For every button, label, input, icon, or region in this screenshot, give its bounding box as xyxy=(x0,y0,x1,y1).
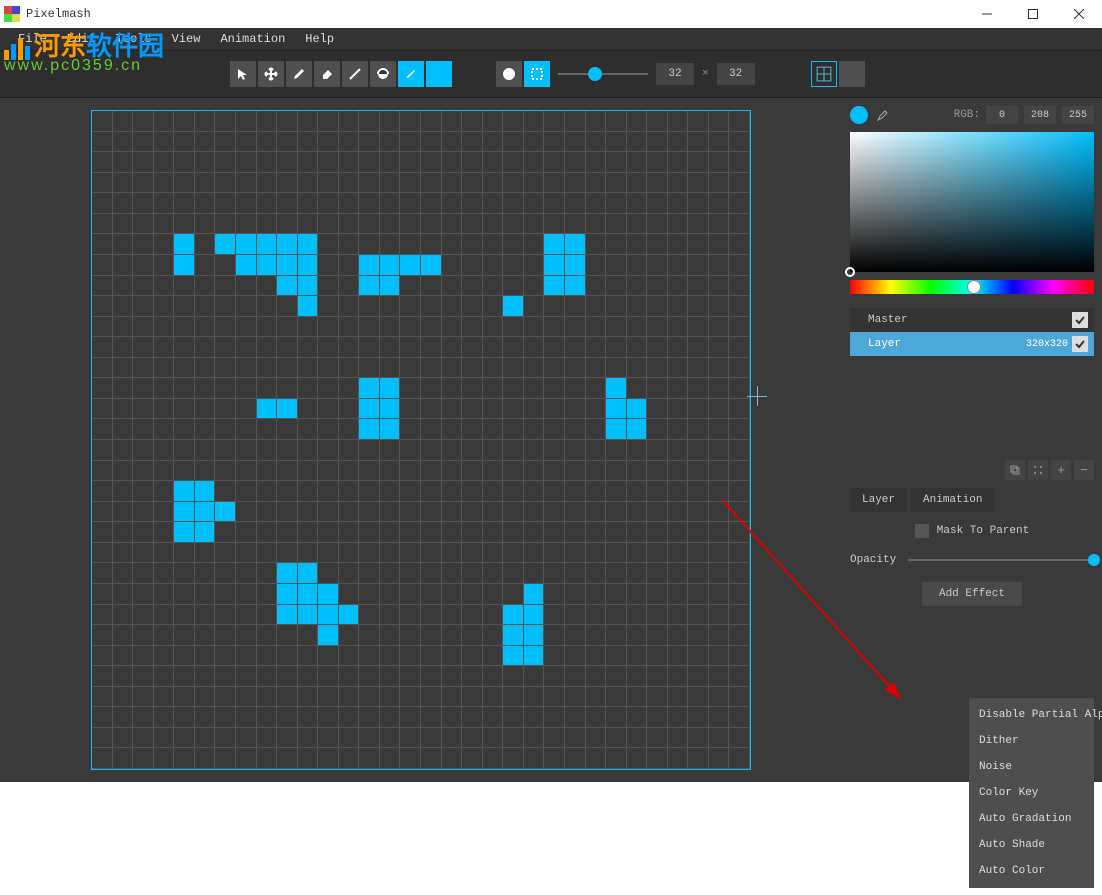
panel-copy-button[interactable] xyxy=(1005,460,1025,480)
effect-color-key[interactable]: Color Key xyxy=(969,780,1094,806)
maximize-button[interactable] xyxy=(1010,0,1056,28)
panel-remove-button[interactable]: − xyxy=(1074,460,1094,480)
grid-toggle[interactable] xyxy=(811,61,837,87)
app-title: Pixelmash xyxy=(26,7,91,21)
canvas-area xyxy=(0,98,842,782)
grid-settings[interactable] xyxy=(839,61,865,87)
effects-dropdown: Disable Partial Alpha Dither Noise Color… xyxy=(969,698,1094,888)
side-panel: RGB: 0 208 255 Master Layer 320x320 xyxy=(842,98,1102,782)
canvas-width-input[interactable]: 32 xyxy=(656,63,694,85)
rgb-g-input[interactable]: 208 xyxy=(1024,106,1056,124)
color-fill[interactable] xyxy=(426,61,452,87)
panel-add-button[interactable]: + xyxy=(1051,460,1071,480)
line-tool[interactable] xyxy=(342,61,368,87)
current-color-swatch[interactable] xyxy=(850,106,868,124)
panel-grid-button[interactable] xyxy=(1028,460,1048,480)
select-tool[interactable] xyxy=(230,61,256,87)
menu-view[interactable]: View xyxy=(162,28,211,50)
bucket-tool[interactable] xyxy=(370,61,396,87)
cursor-crosshair xyxy=(747,386,767,406)
rgb-r-input[interactable]: 0 xyxy=(986,106,1018,124)
app-icon xyxy=(4,6,20,22)
mask-to-parent-checkbox[interactable] xyxy=(915,524,929,538)
hue-slider[interactable] xyxy=(850,280,1094,294)
tab-animation[interactable]: Animation xyxy=(911,488,994,512)
effect-auto-color[interactable]: Auto Color xyxy=(969,858,1094,884)
brush-size-slider[interactable] xyxy=(558,73,648,75)
effect-disable-alpha[interactable]: Disable Partial Alpha xyxy=(969,702,1094,728)
menu-animation[interactable]: Animation xyxy=(210,28,295,50)
add-effect-button[interactable]: Add Effect xyxy=(922,582,1022,606)
menu-tools[interactable]: Tools xyxy=(106,28,162,50)
minimize-button[interactable] xyxy=(964,0,1010,28)
effect-auto-gradation[interactable]: Auto Gradation xyxy=(969,806,1094,832)
shape-square[interactable] xyxy=(524,61,550,87)
layer-list: Master Layer 320x320 xyxy=(850,308,1094,356)
effect-auto-shade[interactable]: Auto Shade xyxy=(969,832,1094,858)
effect-noise[interactable]: Noise xyxy=(969,754,1094,780)
tab-layer[interactable]: Layer xyxy=(850,488,907,512)
toolbar: 32 × 32 xyxy=(0,50,1102,98)
rgb-label: RGB: xyxy=(954,109,980,121)
layer-visible-selected[interactable] xyxy=(1072,336,1088,352)
color-picker[interactable] xyxy=(850,132,1094,272)
brush-tool[interactable] xyxy=(398,61,424,87)
layer-visible-master[interactable] xyxy=(1072,312,1088,328)
pencil-tool[interactable] xyxy=(286,61,312,87)
close-button[interactable] xyxy=(1056,0,1102,28)
eyedropper-icon[interactable] xyxy=(874,106,892,124)
menubar: File Edit Tools View Animation Help xyxy=(0,28,1102,50)
canvas[interactable] xyxy=(91,110,751,770)
effect-dither[interactable]: Dither xyxy=(969,728,1094,754)
canvas-height-input[interactable]: 32 xyxy=(717,63,755,85)
layer-selected[interactable]: Layer 320x320 xyxy=(850,332,1094,356)
size-separator: × xyxy=(702,68,709,80)
menu-file[interactable]: File xyxy=(8,28,57,50)
rgb-b-input[interactable]: 255 xyxy=(1062,106,1094,124)
menu-help[interactable]: Help xyxy=(295,28,344,50)
opacity-slider[interactable] xyxy=(908,559,1094,561)
opacity-label: Opacity xyxy=(850,554,896,566)
mask-to-parent-label: Mask To Parent xyxy=(937,525,1029,537)
shape-circle[interactable] xyxy=(496,61,522,87)
eraser-tool[interactable] xyxy=(314,61,340,87)
menu-edit[interactable]: Edit xyxy=(57,28,106,50)
titlebar: Pixelmash xyxy=(0,0,1102,28)
layer-master[interactable]: Master xyxy=(850,308,1094,332)
move-tool[interactable] xyxy=(258,61,284,87)
